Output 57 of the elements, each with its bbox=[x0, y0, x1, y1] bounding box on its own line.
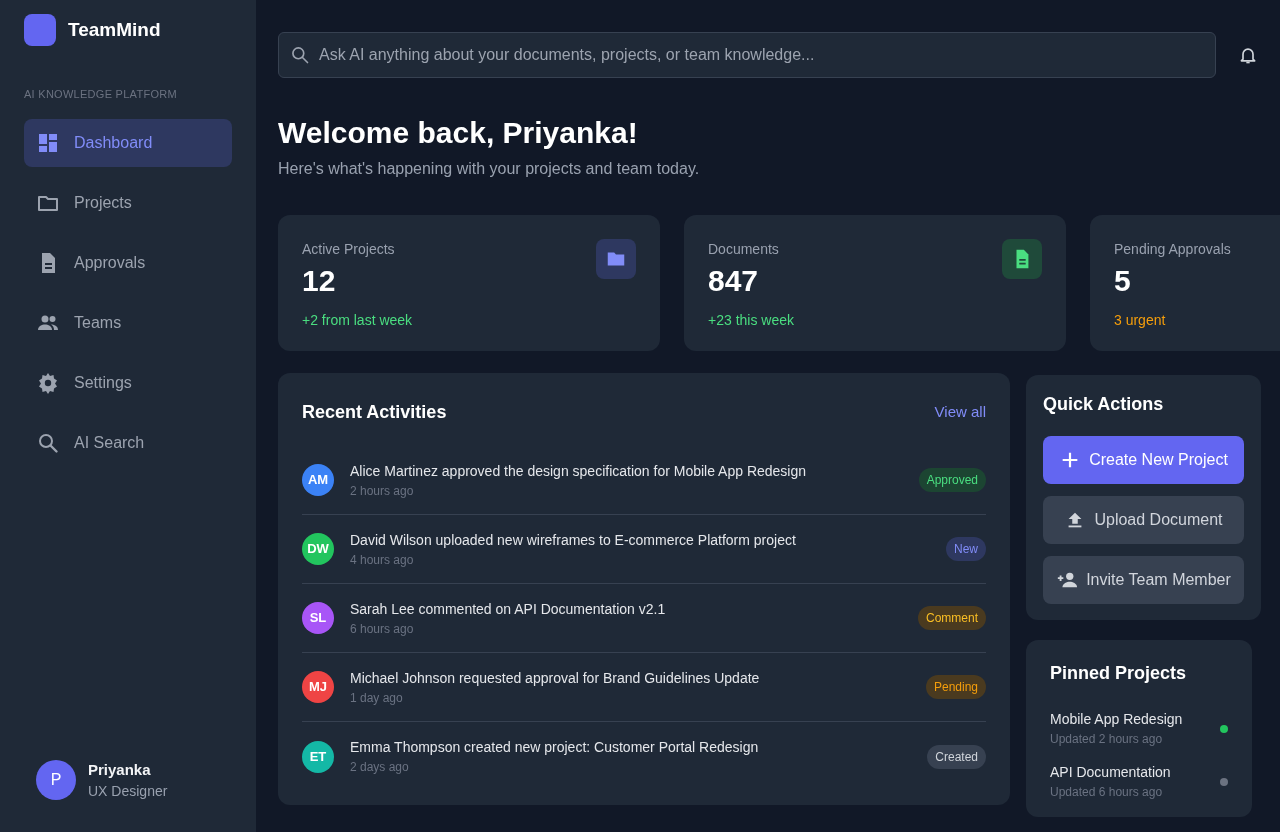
brand-name: TeamMind bbox=[68, 17, 161, 42]
stat-value: 12 bbox=[302, 263, 337, 299]
logo-icon bbox=[24, 14, 56, 46]
activity-time: 1 day ago bbox=[350, 689, 404, 707]
status-badge: Pending bbox=[925, 675, 986, 699]
activity-text: Emma Thompson created new project: Customer Portal Redesign bbox=[350, 738, 760, 757]
avatar: AM bbox=[302, 464, 334, 496]
card-title: Pinned Projects bbox=[1050, 662, 1188, 685]
status-badge: New bbox=[946, 537, 986, 561]
avatar: SL bbox=[302, 602, 334, 634]
card-title: Recent Activities bbox=[302, 401, 447, 424]
avatar: MJ bbox=[302, 671, 334, 703]
project-name[interactable]: API Documentation bbox=[1050, 762, 1171, 783]
status-badge: Created bbox=[927, 744, 986, 769]
stat-note: +23 this week bbox=[708, 311, 794, 330]
activity-time: 4 hours ago bbox=[350, 551, 415, 569]
project-updated: Updated 2 hours ago bbox=[1050, 731, 1164, 748]
tagline: AI KNOWLEDGE PLATFORM bbox=[24, 87, 178, 102]
welcome-subtitle: Here's what's happening with your projects and team today. bbox=[278, 159, 701, 179]
search-icon bbox=[290, 45, 310, 65]
activity-time: 6 hours ago bbox=[350, 620, 415, 638]
project-updated: Updated 6 hours ago bbox=[1050, 784, 1164, 801]
action-button[interactable]: Create New Project bbox=[1043, 436, 1244, 484]
sidebar-item[interactable]: Teams bbox=[24, 298, 232, 347]
status-badge: Comment bbox=[918, 606, 986, 630]
stat-value: 847 bbox=[708, 263, 760, 299]
user-avatar: P bbox=[36, 760, 76, 801]
activity-text: Michael Johnson requested approval for Brand Guidelines Update bbox=[350, 668, 761, 688]
activity-text: David Wilson uploaded new wireframes to E-commerce Platform project bbox=[350, 530, 797, 550]
activity-text: Alice Martinez approved the design specification for Mobile App Redesign bbox=[350, 461, 808, 481]
avatar: ET bbox=[302, 740, 334, 773]
activity-time: 2 hours ago bbox=[350, 482, 415, 500]
notification-bell-icon[interactable] bbox=[1238, 45, 1258, 65]
sidebar-item[interactable]: Approvals bbox=[24, 238, 232, 287]
user-role: UX Designer bbox=[88, 782, 168, 801]
stat-label: Documents bbox=[708, 240, 780, 259]
stat-note: +2 from last week bbox=[302, 311, 413, 330]
sidebar-item[interactable]: Dashboard bbox=[24, 118, 232, 167]
welcome-heading: Welcome back, Priyanka! bbox=[278, 115, 639, 151]
sidebar-item[interactable]: Projects bbox=[24, 178, 232, 227]
status-badge: Approved bbox=[918, 468, 986, 492]
search-field[interactable]: Ask AI anything about your documents, projects, or team knowledge... bbox=[278, 32, 1216, 78]
card-title: Quick Actions bbox=[1043, 393, 1165, 416]
view-all-link[interactable]: View all bbox=[934, 401, 986, 424]
activity-time: 2 days ago bbox=[350, 759, 410, 776]
avatar: DW bbox=[302, 533, 334, 565]
activity-text: Sarah Lee commented on API Documentation v2.1 bbox=[350, 599, 667, 619]
sidebar-item[interactable]: AI Search bbox=[24, 418, 232, 467]
sidebar-item[interactable]: Settings bbox=[24, 358, 232, 407]
stat-label: Pending Approvals bbox=[1114, 240, 1231, 259]
stat-value: 5 bbox=[1114, 263, 1132, 299]
action-button[interactable]: Upload Document bbox=[1043, 496, 1244, 544]
action-button[interactable]: Invite Team Member bbox=[1043, 556, 1244, 604]
stat-label: Active Projects bbox=[302, 240, 396, 259]
stat-note: 3 urgent bbox=[1114, 311, 1167, 330]
project-name[interactable]: Mobile App Redesign bbox=[1050, 709, 1183, 730]
user-name: Priyanka bbox=[88, 759, 152, 780]
